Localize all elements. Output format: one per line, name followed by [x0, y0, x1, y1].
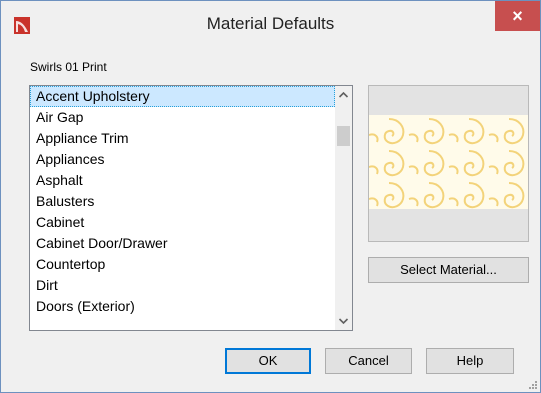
list-item[interactable]: Appliances [30, 149, 335, 170]
list-item[interactable]: Asphalt [30, 170, 335, 191]
list-item[interactable]: Air Gap [30, 107, 335, 128]
list-item[interactable]: Cabinet Door/Drawer [30, 233, 335, 254]
window-title: Material Defaults [206, 14, 335, 33]
select-material-button[interactable]: Select Material... [368, 257, 529, 283]
help-button[interactable]: Help [426, 348, 514, 374]
title-bar[interactable]: Material Defaults × [1, 1, 540, 46]
scroll-down-arrow-icon[interactable] [335, 313, 352, 330]
scroll-up-arrow-icon[interactable] [335, 86, 352, 103]
list-item[interactable]: Cabinet [30, 212, 335, 233]
list-item[interactable]: Countertop [30, 254, 335, 275]
resize-grip-icon[interactable] [528, 380, 538, 390]
close-button[interactable]: × [495, 1, 540, 31]
list-item[interactable]: Appliance Trim [30, 128, 335, 149]
ok-button[interactable]: OK [225, 348, 311, 374]
vertical-scrollbar[interactable] [335, 86, 352, 330]
list-item[interactable]: Accent Upholstery [30, 86, 335, 107]
list-item[interactable]: Balusters [30, 191, 335, 212]
material-swatch-image [369, 115, 528, 209]
list-item[interactable]: Doors (Exterior) [30, 296, 335, 317]
material-name-label: Swirls 01 Print [30, 60, 107, 74]
material-category-list[interactable]: Accent Upholstery Air Gap Appliance Trim Ap… [29, 85, 353, 331]
scrollbar-thumb[interactable] [337, 126, 350, 146]
list-item[interactable]: Dirt [30, 275, 335, 296]
cancel-button[interactable]: Cancel [325, 348, 412, 374]
list-items: Accent Upholstery Air Gap Appliance Trim Ap… [30, 86, 335, 317]
material-defaults-dialog: Material Defaults × Swirls 01 Print Acce… [0, 0, 541, 393]
material-preview [368, 85, 529, 242]
